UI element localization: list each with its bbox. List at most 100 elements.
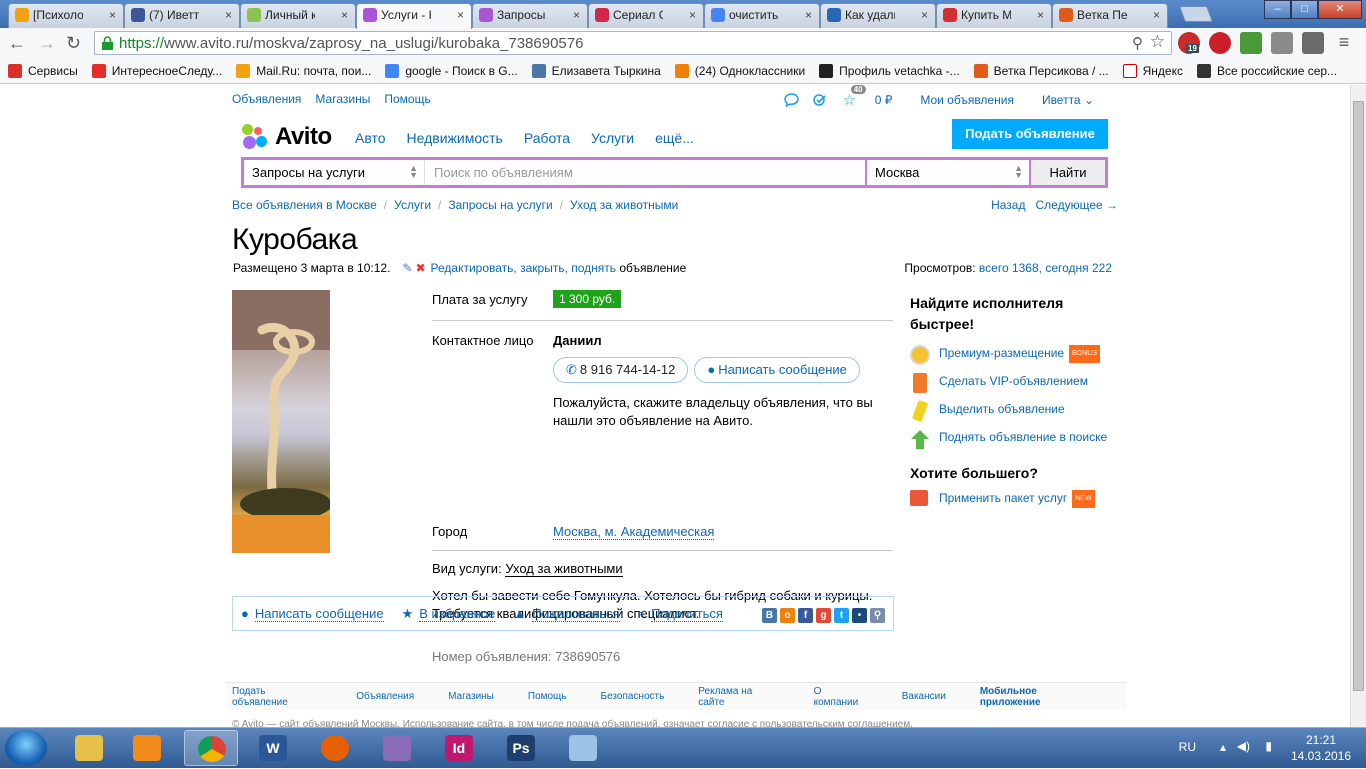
tab-close-icon[interactable]: ×	[1037, 4, 1044, 26]
ad-photo[interactable]	[232, 290, 330, 553]
tab-close-icon[interactable]: ×	[805, 4, 812, 26]
taskbar-paint[interactable]	[556, 730, 610, 766]
bookmark-item[interactable]: ИнтересноеСледу...	[91, 63, 222, 78]
pinterest-icon[interactable]	[1209, 32, 1231, 54]
back-arrow-icon[interactable]: ←	[8, 34, 26, 52]
nav-link-help[interactable]: Помощь	[384, 92, 430, 106]
breadcrumb-requests[interactable]: Запросы на услуги	[448, 198, 552, 212]
fb-share-icon[interactable]: f	[798, 608, 813, 623]
address-bar[interactable]: https://www.avito.ru/moskva/zaprosy_na_u…	[94, 31, 1172, 55]
action-write-message[interactable]: ● Написать сообщение	[241, 606, 384, 622]
taskbar-chrome[interactable]	[184, 730, 238, 766]
breadcrumb-services[interactable]: Услуги	[394, 198, 431, 212]
browser-tab[interactable]: Сериал Сы ×	[588, 3, 704, 28]
city-select[interactable]: Москва ▲ ▼	[865, 160, 1029, 185]
browser-tab[interactable]: Как удалить ×	[820, 3, 936, 28]
raise-link[interactable]: Поднять объявление в поиске	[939, 430, 1107, 444]
premium-placement-link[interactable]: Премиум-размещение	[939, 346, 1064, 360]
footer-link[interactable]: Вакансии	[902, 691, 946, 702]
browser-tab[interactable]: Запросы на ×	[472, 3, 588, 28]
ok-share-icon[interactable]: о	[780, 608, 795, 623]
new-tab-button[interactable]	[1179, 6, 1213, 22]
tab-close-icon[interactable]: ×	[689, 4, 696, 26]
forward-arrow-icon[interactable]: →	[38, 34, 56, 52]
extension-gray-icon[interactable]	[1271, 32, 1293, 54]
search-button[interactable]: Найти	[1029, 160, 1105, 185]
category-realty[interactable]: Недвижимость	[407, 130, 503, 146]
browser-tab[interactable]: (7) Иветта Т ×	[124, 3, 240, 28]
browser-tab[interactable]: Личный ка ×	[240, 3, 356, 28]
action-complain[interactable]: ▲ Пожаловаться	[513, 606, 620, 622]
footer-link[interactable]: Магазины	[448, 691, 494, 702]
messages-icon[interactable]	[783, 93, 799, 107]
scrollbar-thumb[interactable]	[1353, 101, 1364, 691]
post-ad-button[interactable]: Подать объявление	[952, 119, 1108, 149]
zoom-icon[interactable]: ⚲	[1132, 34, 1143, 52]
bookmark-item[interactable]: Ветка Персикова / ...	[973, 63, 1109, 78]
tab-close-icon[interactable]: ×	[1153, 4, 1160, 26]
footer-link[interactable]: О компании	[814, 686, 868, 708]
taskbar-word[interactable]: W	[246, 730, 300, 766]
browser-tab[interactable]: Ветка Перс ×	[1052, 3, 1168, 28]
twitter-share-icon[interactable]: t	[834, 608, 849, 623]
tray-arrow-icon[interactable]: ▴	[1220, 740, 1226, 754]
language-indicator[interactable]: RU	[1179, 740, 1196, 754]
gplus-share-icon[interactable]: g	[816, 608, 831, 623]
package-item[interactable]: Применить пакет услуг NEW	[910, 490, 1118, 518]
link-share-icon[interactable]: ⚲	[870, 608, 885, 623]
my-ads-link[interactable]: Мои объявления	[920, 93, 1014, 107]
footer-link[interactable]: Подать объявление	[232, 686, 322, 708]
write-message-button[interactable]: ● Написать сообщение	[694, 357, 860, 383]
footer-link[interactable]: Объявления	[356, 691, 414, 702]
bookmark-item[interactable]: Все российские сер...	[1196, 63, 1337, 78]
wallet-balance[interactable]: 0 ₽	[875, 93, 893, 107]
vk-share-icon[interactable]: В	[762, 608, 777, 623]
taskbar-explorer[interactable]	[62, 730, 116, 766]
search-category-select[interactable]: Запросы на услуги ▲ ▼	[244, 160, 425, 185]
start-button[interactable]	[5, 730, 47, 766]
taskbar-indesign[interactable]: Id	[432, 730, 486, 766]
browser-tab[interactable]: [Психологи ×	[8, 3, 124, 28]
bookmark-item[interactable]: google - Поиск в G...	[385, 63, 518, 78]
browser-tab[interactable]: Купить МА ×	[936, 3, 1052, 28]
volume-icon[interactable]: ◀)	[1237, 739, 1250, 753]
network-icon[interactable]: ▮	[1265, 739, 1272, 753]
avito-logo[interactable]: Avito	[242, 123, 332, 151]
bookmark-item[interactable]: Профиль vetachka -...	[819, 63, 960, 78]
tab-close-icon[interactable]: ×	[921, 4, 928, 26]
action-share[interactable]: < Поделиться	[638, 606, 723, 622]
minimize-button[interactable]: –	[1264, 0, 1291, 19]
tab-close-icon[interactable]: ×	[109, 4, 116, 26]
edit-ad-link[interactable]: Редактировать, закрыть, поднять	[431, 261, 616, 275]
tab-close-icon[interactable]: ×	[341, 4, 348, 26]
footer-link[interactable]: Безопасность	[601, 691, 665, 702]
close-window-button[interactable]: ✕	[1318, 0, 1362, 19]
tab-close-icon[interactable]: ×	[457, 4, 464, 26]
bookmark-item[interactable]: Елизавета Тыркина	[531, 63, 661, 78]
pencil-icon[interactable]: ✎	[402, 261, 412, 275]
breadcrumb-pet-care[interactable]: Уход за животными	[570, 198, 678, 212]
bookmark-item[interactable]: (24) Одноклассники	[674, 63, 805, 78]
taskbar-photoshop[interactable]: Ps	[494, 730, 548, 766]
breadcrumb-all[interactable]: Все объявления в Москве	[232, 198, 377, 212]
city-link[interactable]: Москва, м. Академическая	[553, 524, 715, 540]
menu-icon[interactable]: ≡	[1333, 32, 1355, 54]
close-ad-icon[interactable]: ✖	[415, 261, 425, 275]
maximize-button[interactable]: □	[1291, 0, 1318, 19]
saved-searches-icon[interactable]	[812, 93, 829, 107]
back-link[interactable]: Назад	[991, 198, 1025, 212]
browser-tab[interactable]: очистить п ×	[704, 3, 820, 28]
browser-tab[interactable]: Услуги - Ку ×	[356, 3, 472, 29]
raise-item[interactable]: Поднять объявление в поиске	[910, 429, 1118, 457]
category-jobs[interactable]: Работа	[524, 130, 570, 146]
service-type-link[interactable]: Уход за животными	[505, 561, 623, 577]
tab-close-icon[interactable]: ×	[573, 4, 580, 26]
bookmark-item[interactable]: Mail.Ru: почта, пои...	[236, 63, 371, 78]
views-link[interactable]: всего 1368, сегодня 222	[979, 261, 1112, 275]
clock[interactable]: 21:21 14.03.2016	[1286, 732, 1356, 764]
favorites-star-icon[interactable]: ☆ 40	[843, 85, 866, 109]
tab-close-icon[interactable]: ×	[225, 4, 232, 26]
search-input[interactable]: Поиск по объявлениям	[434, 160, 573, 185]
footer-link[interactable]: Реклама на сайте	[698, 686, 779, 708]
extension-green-icon[interactable]	[1240, 32, 1262, 54]
